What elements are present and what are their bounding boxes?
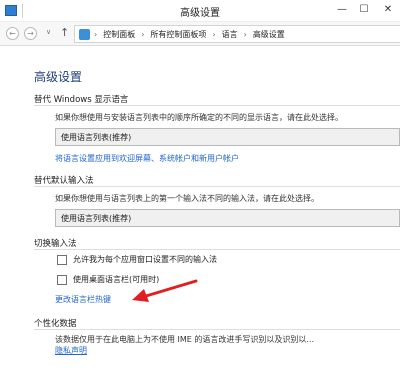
display-language-select[interactable]: 使用语言列表(推荐) [55,128,400,146]
section-divider [34,105,400,106]
input-method-heading: 替代默认输入法 [34,176,94,186]
change-language-bar-hotkeys-link[interactable]: 更改语言栏热键 [55,294,111,305]
apply-language-settings-link[interactable]: 将语言设置应用到欢迎屏幕、系统帐户和新用户帐户 [55,153,239,164]
breadcrumb-item[interactable]: 高级设置 [253,30,285,39]
arrow-head [132,289,149,302]
breadcrumb-separator: › [94,30,98,39]
breadcrumb: › 控制面板 › 所有控制面板项 › 语言 › 高级设置 [94,29,291,40]
arrow-shaft [144,279,198,298]
personalization-description: 该数据仅用于在此电脑上为不使用 IME 的语言改进手写识别以及识别以... [55,335,315,344]
breadcrumb-item[interactable]: 控制面板 [103,30,135,39]
breadcrumb-separator: › [141,30,145,39]
section-divider [34,329,400,330]
display-language-description: 如果你想使用与安装语言列表中的顺序所确定的不同的显示语言，请在此处选择。 [55,113,343,122]
input-method-select[interactable]: 使用语言列表(推荐) [55,209,400,227]
close-button[interactable]: ✕ [380,3,396,17]
forward-button[interactable]: → [24,27,37,40]
back-button[interactable]: ← [6,27,19,40]
control-panel-icon [79,29,90,40]
page-title: 高级设置 [34,70,83,84]
maximize-button[interactable]: ☐ [356,3,372,17]
display-language-select-value: 使用语言列表(推荐) [61,133,132,142]
per-app-input-checkbox[interactable] [57,255,67,265]
input-method-description: 如果你想使用与语言列表上的第一个输入法不同的输入法，请在此处选择。 [55,194,319,203]
title-bar: 高级设置 — ☐ ✕ [0,0,400,22]
switch-input-heading: 切换输入法 [34,239,77,249]
section-divider [34,186,400,187]
breadcrumb-item[interactable]: 语言 [222,30,238,39]
main-content: 高级设置 替代 Windows 显示语言 如果你想使用与安装语言列表中的顺序所确… [0,47,400,368]
red-arrow-annotation [132,279,198,302]
breadcrumb-item[interactable]: 所有控制面板项 [150,30,206,39]
up-button[interactable]: ↑ [60,26,69,39]
recent-locations-chevron-icon[interactable]: ∨ [46,28,51,36]
minimize-button[interactable]: — [334,3,350,17]
breadcrumb-separator: › [212,30,216,39]
personalization-heading: 个性化数据 [34,319,77,329]
breadcrumb-separator: › [243,30,247,39]
desktop-language-bar-checkbox[interactable] [57,275,67,285]
per-app-input-label[interactable]: 允许我为每个应用窗口设置不同的输入法 [73,254,217,265]
input-method-select-value: 使用语言列表(推荐) [61,214,132,223]
navigation-bar: ← → ∨ ↑ › 控制面板 › 所有控制面板项 › 语言 › 高级设置 [0,22,400,46]
address-bar[interactable]: › 控制面板 › 所有控制面板项 › 语言 › 高级设置 [74,25,400,43]
display-language-heading: 替代 Windows 显示语言 [34,95,129,105]
privacy-statement-link[interactable]: 隐私声明 [55,345,87,356]
section-divider [34,249,400,250]
